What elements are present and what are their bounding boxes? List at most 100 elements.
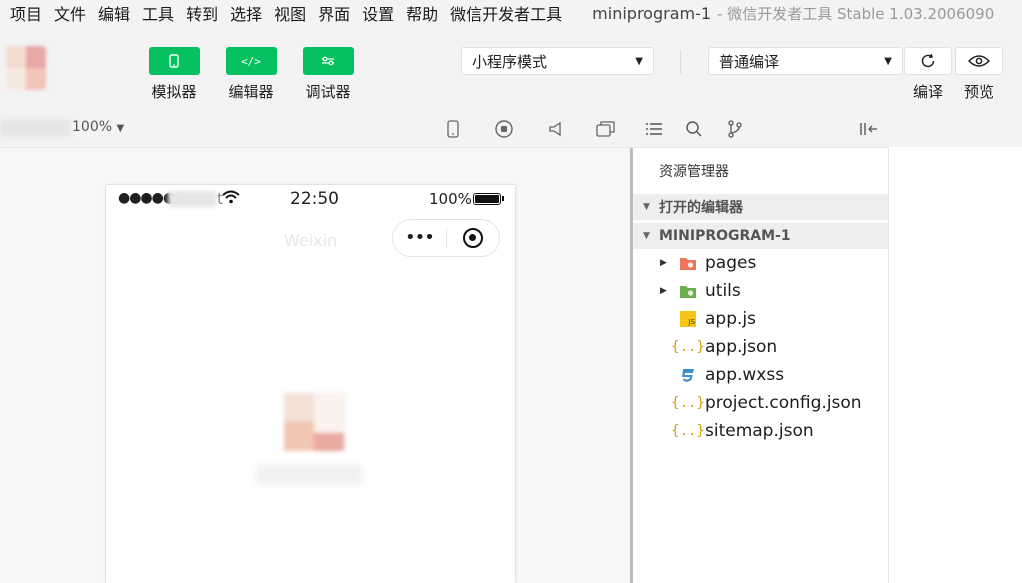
menu-goto[interactable]: 转到 xyxy=(182,1,222,25)
menu-file[interactable]: 文件 xyxy=(50,1,90,25)
menu-project[interactable]: 项目 xyxy=(6,1,46,25)
menu-bar: 项目 文件 编辑 工具 转到 选择 视图 界面 设置 帮助 微信开发者工具 mi… xyxy=(0,0,1022,26)
menu-settings[interactable]: 设置 xyxy=(358,1,398,25)
chevron-down-icon: ▼ xyxy=(643,231,650,241)
avatar[interactable] xyxy=(6,46,46,90)
toolbar-divider xyxy=(680,50,681,74)
wifi-icon xyxy=(222,190,240,204)
simulator-label: 模拟器 xyxy=(151,83,197,101)
phone-icon[interactable] xyxy=(442,118,464,140)
chevron-down-icon: ▼ xyxy=(635,55,643,67)
file-name: sitemap.json xyxy=(705,421,814,441)
refresh-icon xyxy=(921,53,935,68)
debugger-toggle[interactable]: 调试器 xyxy=(302,47,354,102)
carrier-blur xyxy=(168,191,216,207)
mode-select-value: 小程序模式 xyxy=(472,52,548,71)
preview-button[interactable] xyxy=(955,47,1003,75)
windows-icon[interactable] xyxy=(595,118,617,140)
debugger-label: 调试器 xyxy=(305,83,351,101)
phone-icon xyxy=(169,54,179,68)
menu-wechat-devtools[interactable]: 微信开发者工具 xyxy=(446,1,566,25)
menu-help[interactable]: 帮助 xyxy=(402,1,442,25)
preview-label: 预览 xyxy=(963,83,994,101)
tree-item-sitemap[interactable]: {..} sitemap.json xyxy=(633,418,888,444)
toolbar: 模拟器 </> 编辑器 调试器 小程序模式 ▼ 普通编译 ▼ 编译 预览 xyxy=(0,26,1022,111)
tree-item-app-js[interactable]: JS app.js xyxy=(633,306,888,332)
compile-action[interactable]: 编译 xyxy=(904,47,952,102)
close-icon[interactable] xyxy=(463,228,483,248)
chevron-down-icon: ▼ xyxy=(643,202,650,212)
debugger-button[interactable] xyxy=(302,47,354,75)
editor-area[interactable] xyxy=(889,110,1022,583)
simulator-button[interactable] xyxy=(148,47,200,75)
sliders-icon xyxy=(322,56,334,66)
code-icon: </> xyxy=(241,54,261,68)
preview-action[interactable]: 预览 xyxy=(955,47,1003,102)
speaker-icon[interactable] xyxy=(545,118,567,140)
chevron-right-icon: ▶ xyxy=(660,258,667,268)
json-file-icon: {..} xyxy=(671,423,705,439)
tree-item-app-json[interactable]: {..} app.json xyxy=(633,334,888,360)
nav-title: Weixin xyxy=(284,231,338,250)
status-bar: ●●●●● V t 22:50 100% xyxy=(106,185,515,213)
chevron-down-icon: ▼ xyxy=(884,55,892,67)
source-control-icon[interactable] xyxy=(724,118,746,140)
explorer-header xyxy=(633,110,889,148)
battery-percent: 100% xyxy=(429,190,472,208)
tree-item-project-config[interactable]: {..} project.config.json xyxy=(633,390,888,416)
menu-edit[interactable]: 编辑 xyxy=(94,1,134,25)
open-editors-label: 打开的编辑器 xyxy=(659,200,743,216)
signal-icon: ●●●●● xyxy=(118,190,175,206)
window-subtitle: - 微信开发者工具 Stable 1.03.2006090 xyxy=(717,4,995,23)
window-title: miniprogram-1 xyxy=(592,3,712,23)
compile-button[interactable] xyxy=(904,47,952,75)
zoom-value: 100% xyxy=(72,119,113,135)
phone-screen[interactable]: ●●●●● V t 22:50 100% Weixin ••• xyxy=(106,185,515,583)
stop-icon[interactable] xyxy=(493,118,515,140)
editor-toggle[interactable]: </> 编辑器 xyxy=(225,47,277,102)
mini-program-capsule: ••• xyxy=(392,219,500,257)
zoom-select[interactable]: 100% ▼ xyxy=(72,119,124,135)
compile-mode-select[interactable]: 普通编译 ▼ xyxy=(708,47,903,75)
file-explorer: 资源管理器 ▼ 打开的编辑器 ▼ MINIPROGRAM-1 ▶ pages ▶… xyxy=(633,148,889,583)
menu-view[interactable]: 视图 xyxy=(270,1,310,25)
menu-tools[interactable]: 工具 xyxy=(138,1,178,25)
list-icon[interactable] xyxy=(643,118,665,140)
svg-text:JS: JS xyxy=(688,318,696,326)
mode-select[interactable]: 小程序模式 ▼ xyxy=(461,47,654,75)
nickname-blurred xyxy=(256,465,362,485)
battery-tip xyxy=(502,196,504,201)
more-icon[interactable]: ••• xyxy=(405,227,435,248)
open-editors-section[interactable]: ▼ 打开的编辑器 xyxy=(633,194,888,220)
editor-header xyxy=(889,110,1022,147)
folder-orange-icon xyxy=(679,255,697,271)
battery-icon xyxy=(473,193,501,205)
device-selector[interactable] xyxy=(0,119,70,137)
simulator-toggle[interactable]: 模拟器 xyxy=(148,47,200,102)
search-icon[interactable] xyxy=(683,118,705,140)
project-section[interactable]: ▼ MINIPROGRAM-1 xyxy=(633,223,888,249)
user-avatar-blurred xyxy=(284,393,346,451)
capsule-divider xyxy=(446,229,447,247)
editor-label: 编辑器 xyxy=(228,83,274,101)
file-name: pages xyxy=(705,253,757,273)
editor-button[interactable]: </> xyxy=(225,47,277,75)
menu-interface[interactable]: 界面 xyxy=(314,1,354,25)
json-file-icon: {..} xyxy=(671,395,705,411)
compile-mode-value: 普通编译 xyxy=(719,52,780,71)
folder-green-icon xyxy=(679,283,697,299)
tree-item-pages[interactable]: ▶ pages xyxy=(633,250,888,276)
file-name: app.wxss xyxy=(705,365,785,385)
project-label: MINIPROGRAM-1 xyxy=(659,228,791,244)
status-time: 22:50 xyxy=(290,189,339,209)
collapse-panel-icon[interactable] xyxy=(858,118,880,140)
chevron-right-icon: ▶ xyxy=(660,286,667,296)
file-name: project.config.json xyxy=(705,393,862,413)
chevron-down-icon: ▼ xyxy=(116,123,125,134)
menu-select[interactable]: 选择 xyxy=(226,1,266,25)
eye-icon xyxy=(968,55,990,67)
explorer-title: 资源管理器 xyxy=(659,164,729,180)
tree-item-utils[interactable]: ▶ utils xyxy=(633,278,888,304)
tree-item-app-wxss[interactable]: app.wxss xyxy=(633,362,888,388)
file-name: app.js xyxy=(705,309,756,329)
